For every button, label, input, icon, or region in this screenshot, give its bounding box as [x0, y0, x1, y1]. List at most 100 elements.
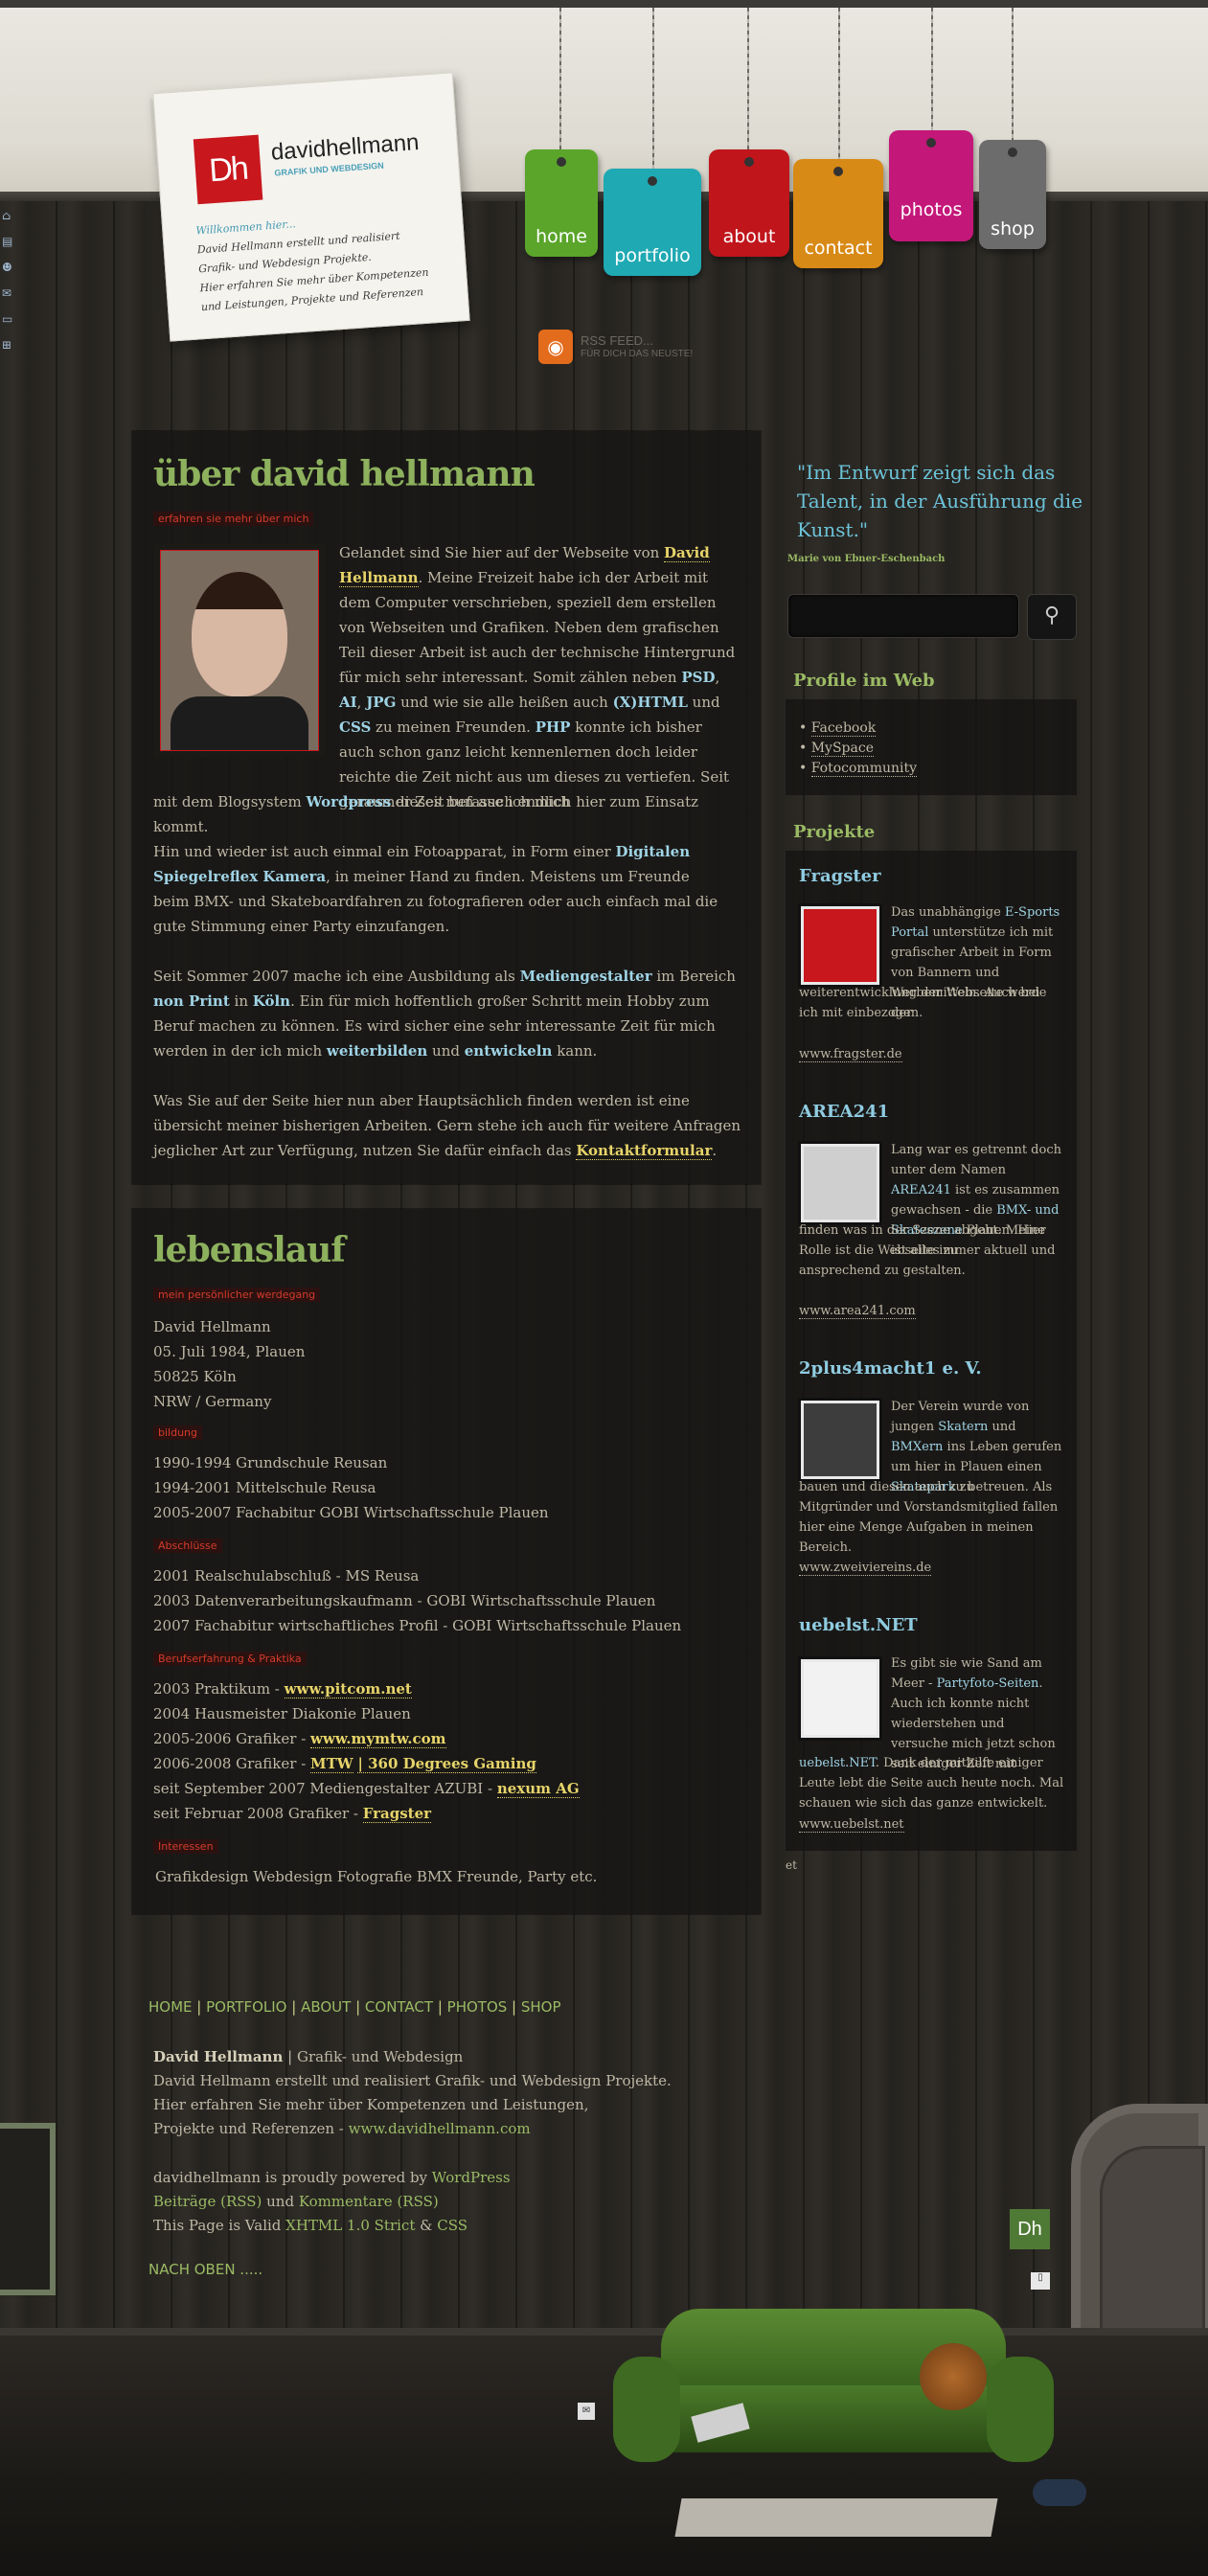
project-title[interactable]: 2plus4macht1 e. V. [799, 1358, 982, 1379]
project-link[interactable]: www.zweiviereins.de [799, 1558, 932, 1578]
home-icon[interactable]: ⌂ [2, 209, 17, 222]
rss-comments-link[interactable]: Kommentare (RSS) [299, 2193, 439, 2210]
footer-nav-about[interactable]: ABOUT [301, 1998, 351, 2016]
footer-nav-shop[interactable]: SHOP [521, 1998, 561, 2016]
project-link[interactable]: www.uebelst.net [799, 1814, 904, 1835]
dh-badge[interactable]: Dh [1010, 2209, 1050, 2249]
project-thumb[interactable] [801, 1144, 879, 1222]
about-paragraph-4: Was Sie auf der Seite hier nun aber Haup… [153, 1092, 741, 1160]
folder-icon[interactable]: ▭ [2, 312, 17, 326]
lebenslauf-kicker: mein persönlicher werdegang [153, 1288, 321, 1302]
chain [838, 8, 840, 163]
footer-nav-photos[interactable]: PHOTOS [447, 1998, 508, 2016]
footer-nav-home[interactable]: HOME [148, 1998, 193, 2016]
beruf-line: 2004 Hausmeister Diakonie Plauen [153, 1705, 411, 1722]
footer-nav-contact[interactable]: CONTACT [365, 1998, 433, 2016]
tag-hole [926, 138, 936, 148]
abschluss-line: 2001 Realschulabschluß - MS Reusa [153, 1567, 420, 1584]
rss-subtitle: FÜR DICH DAS NEUSTE! [581, 349, 694, 359]
nav-shop[interactable]: shop [979, 140, 1046, 249]
nav-label: about [722, 226, 776, 247]
footer-line: This Page is Valid XHTML 1.0 Strict & CS… [153, 2217, 468, 2234]
cart-icon[interactable]: ⊞ [2, 338, 17, 352]
project-title[interactable]: uebelst.NET [799, 1615, 918, 1635]
link-mtw[interactable]: MTW [310, 1755, 353, 1773]
footer-role: | Grafik- und Webdesign [283, 2048, 464, 2065]
about-paragraph-2: Hin und wieder ist auch einmal ein Fotoa… [153, 843, 718, 935]
footer-nav-portfolio[interactable]: PORTFOLIO [206, 1998, 286, 2016]
book-icon[interactable]: ▯ [1031, 2272, 1050, 2290]
project-thumb[interactable] [801, 1401, 879, 1479]
mail-icon[interactable]: ✉ [2, 286, 17, 300]
footer-nav: HOME | PORTFOLIO | ABOUT | CONTACT | PHO… [148, 1998, 561, 2016]
project-link[interactable]: www.fragster.de [799, 1044, 902, 1064]
picture-frame [0, 2123, 56, 2295]
welcome-note: Dh davidhellmann GRAFIK UND WEBDESIGN Wi… [152, 72, 470, 342]
link-360[interactable]: | 360 Degrees Gaming [357, 1755, 536, 1773]
photo-shirt [171, 696, 308, 750]
chain [652, 8, 654, 172]
abschluss-line: 2007 Fachabitur wirtschaftliches Profil … [153, 1617, 682, 1634]
chain [747, 8, 749, 151]
rss-posts-link[interactable]: Beiträge (RSS) [153, 2193, 262, 2210]
user-icon[interactable]: ☻ [2, 261, 17, 274]
project-thumb[interactable] [801, 1659, 879, 1738]
link-mymtw[interactable]: www.mymtw.com [310, 1730, 446, 1748]
nav-contact[interactable]: contact [793, 159, 883, 268]
tag-hole [833, 167, 843, 176]
small-icon[interactable]: ✉ [578, 2403, 595, 2420]
back-to-top-link[interactable]: NACH OBEN ..... [148, 2261, 262, 2278]
quote-author: Marie von Ebner-Eschenbach [787, 554, 946, 564]
search-input[interactable] [787, 594, 1019, 638]
personal-line: 50825 Köln [153, 1368, 237, 1385]
personal-line: 05. Juli 1984, Plauen [153, 1343, 306, 1360]
bildung-label: bildung [153, 1425, 203, 1440]
nav-home[interactable]: home [525, 149, 598, 257]
personal-line: NRW / Germany [153, 1393, 272, 1410]
beruf-line: seit Februar 2008 Grafiker - Fragster [153, 1805, 432, 1823]
sofa-arm [987, 2357, 1054, 2462]
xhtml-link[interactable]: XHTML 1.0 Strict [285, 2217, 415, 2234]
beruf-label: Berufserfahrung & Praktika [153, 1652, 307, 1666]
footer-line: Projekte und Referenzen - www.davidhellm… [153, 2120, 531, 2137]
nav-about[interactable]: about [709, 149, 789, 257]
abschluesse-label: Abschlüsse [153, 1539, 222, 1553]
nav-portfolio[interactable]: portfolio [604, 169, 701, 276]
chain [1012, 8, 1014, 144]
tag-hole [1008, 148, 1017, 157]
profile-item[interactable]: • Facebook [799, 718, 917, 739]
beruf-line: 2003 Praktikum - www.pitcom.net [153, 1680, 412, 1698]
footer-line: davidhellmann is proudly powered by Word… [153, 2169, 511, 2186]
project-title[interactable]: AREA241 [799, 1102, 889, 1122]
beruf-line: 2006-2008 Grafiker - MTW | 360 Degrees G… [153, 1755, 536, 1773]
interessen-text: Grafikdesign Webdesign Fotografie BMX Fr… [155, 1868, 598, 1885]
search-button[interactable]: ⚲ [1027, 594, 1077, 640]
css-link[interactable]: CSS [437, 2217, 467, 2234]
about-paragraph-3: Seit Sommer 2007 mache ich eine Ausbildu… [153, 968, 736, 1060]
profile-item[interactable]: • MySpace [799, 739, 917, 759]
logo[interactable]: Dh [193, 134, 263, 205]
project-thumb[interactable] [801, 906, 879, 985]
bildung-line: 1990-1994 Grundschule Reusan [153, 1454, 388, 1471]
page-icon[interactable]: ▤ [2, 235, 17, 248]
rss-title[interactable]: RSS FEED... [581, 333, 653, 348]
lebenslauf-title: lebenslauf [153, 1230, 346, 1270]
link-fragster[interactable]: Fragster [362, 1805, 432, 1823]
project-title[interactable]: Fragster [799, 866, 881, 886]
wordpress-link[interactable]: WordPress [432, 2169, 511, 2186]
nav-photos[interactable]: photos [889, 130, 973, 241]
profile-list: • Facebook • MySpace • Fotocommunity [799, 718, 918, 779]
interessen-label: Interessen [153, 1839, 218, 1854]
site-name[interactable]: davidhellmann [270, 129, 420, 167]
footer-name: David Hellmann [153, 2048, 284, 2065]
link-nexum[interactable]: nexum AG [496, 1780, 580, 1798]
project-link[interactable]: www.area241.com [799, 1301, 916, 1321]
footer-url[interactable]: www.davidhellmann.com [349, 2120, 531, 2137]
rss-icon[interactable]: ◉ [538, 330, 573, 364]
project-desc: uebelst.NET. Dank der mithilfe einiger L… [799, 1756, 1064, 1811]
profile-item[interactable]: • Fotocommunity [799, 759, 918, 779]
tag-hole [557, 157, 566, 167]
link-pitcom[interactable]: www.pitcom.net [284, 1680, 412, 1698]
nav-label: home [536, 226, 587, 247]
sofa [613, 2309, 1054, 2487]
